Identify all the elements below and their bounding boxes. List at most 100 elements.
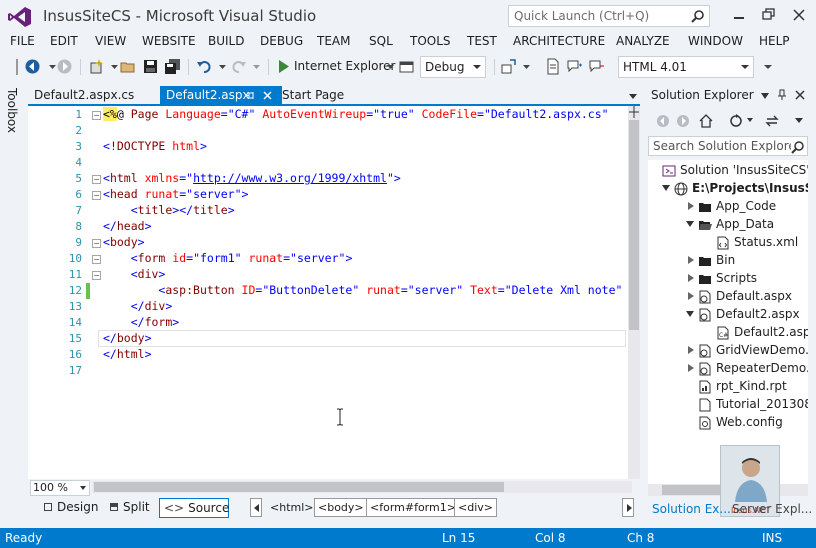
- chevron-down-icon[interactable]: [248, 58, 265, 75]
- menu-build[interactable]: BUILD: [208, 34, 244, 48]
- collapse-icon[interactable]: −: [92, 271, 101, 280]
- menu-window[interactable]: WINDOW: [688, 34, 743, 48]
- start-debugging-icon[interactable]: [275, 58, 292, 75]
- menu-architecture[interactable]: ARCHITECTURE: [513, 34, 605, 48]
- chevron-down-icon[interactable]: [518, 58, 535, 75]
- menu-team[interactable]: TEAM: [317, 34, 350, 48]
- refresh-icon[interactable]: [764, 113, 780, 129]
- undo-icon[interactable]: [196, 58, 213, 75]
- home-icon[interactable]: [698, 113, 714, 129]
- tab-default2-aspx-cs[interactable]: Default2.aspx.cs: [28, 86, 140, 106]
- open-file-icon[interactable]: [120, 58, 137, 75]
- toolbar-separator: [80, 59, 81, 75]
- forward-icon[interactable]: [56, 58, 73, 75]
- line-number: 15: [68, 332, 82, 345]
- crumb-back-button[interactable]: [250, 498, 262, 517]
- collapsed-arrow-icon[interactable]: [688, 202, 694, 210]
- menu-sql[interactable]: SQL: [369, 34, 393, 48]
- collapse-icon[interactable]: −: [92, 255, 101, 264]
- tab-default2-aspx[interactable]: Default2.aspx: [160, 86, 282, 106]
- menu-website[interactable]: WEBSITE: [142, 34, 196, 48]
- close-tab-icon[interactable]: [262, 90, 273, 101]
- configuration-dropdown[interactable]: Debug: [420, 56, 486, 78]
- expanded-arrow-icon[interactable]: [686, 221, 694, 227]
- expanded-arrow-icon[interactable]: [662, 185, 670, 191]
- collapsed-arrow-icon[interactable]: [688, 274, 694, 282]
- uncomment-icon[interactable]: [588, 58, 605, 75]
- attach-process-icon[interactable]: [500, 58, 517, 75]
- chevron-down-icon[interactable]: [746, 116, 754, 124]
- line-number: 13: [68, 300, 82, 313]
- split-editor-icon[interactable]: [629, 106, 639, 118]
- comment-icon[interactable]: [566, 58, 583, 75]
- chevron-down-icon[interactable]: [214, 58, 231, 75]
- solution-scroll-thumb[interactable]: [662, 485, 722, 495]
- target-schema-dropdown[interactable]: HTML 4.01: [618, 56, 754, 78]
- close-icon[interactable]: [788, 6, 810, 24]
- code-editor[interactable]: 1 2 3 4 5 6 7 8 9 10 11 12 13 14 15 16 1…: [28, 106, 640, 479]
- panel-menu-icon[interactable]: [760, 92, 770, 100]
- more-options-icon[interactable]: [794, 116, 804, 124]
- collapse-icon[interactable]: −: [92, 175, 101, 184]
- solution-search-input[interactable]: Search Solution Explore: [648, 136, 808, 156]
- design-view-button[interactable]: Design: [40, 498, 102, 518]
- menu-edit[interactable]: EDIT: [50, 34, 78, 48]
- expanded-arrow-icon[interactable]: [686, 311, 694, 317]
- quick-launch-input[interactable]: Quick Launch (Ctrl+Q): [508, 5, 710, 27]
- minimize-icon[interactable]: [728, 6, 750, 24]
- run-target-label[interactable]: Internet Explorer: [294, 59, 395, 73]
- crumb-forward-button[interactable]: [622, 498, 634, 517]
- new-project-icon[interactable]: [88, 58, 105, 75]
- toolbox-tab[interactable]: Toolbox: [5, 88, 19, 133]
- line-number: 6: [75, 188, 82, 201]
- collapse-icon[interactable]: −: [92, 191, 101, 200]
- back-icon[interactable]: [656, 114, 670, 128]
- restore-icon[interactable]: [758, 6, 780, 24]
- chevron-down-icon[interactable]: [382, 58, 399, 75]
- menu-view[interactable]: VIEW: [95, 34, 126, 48]
- save-all-icon[interactable]: [164, 58, 181, 75]
- code-line: </head>: [103, 219, 152, 233]
- collapse-icon[interactable]: −: [92, 239, 101, 248]
- code-line: <asp:Button ID="ButtonDelete" runat="ser…: [158, 283, 623, 297]
- editor-horizontal-scroll-thumb[interactable]: [94, 482, 504, 492]
- collapsed-arrow-icon[interactable]: [688, 346, 694, 354]
- tab-start-page[interactable]: Start Page: [276, 86, 350, 106]
- document-outline-icon[interactable]: [544, 58, 561, 75]
- collapsed-arrow-icon[interactable]: [688, 292, 694, 300]
- pin-icon[interactable]: [776, 89, 788, 101]
- menu-analyze[interactable]: ANALYZE: [616, 34, 670, 48]
- collapse-icon[interactable]: −: [92, 111, 101, 120]
- crumb-form[interactable]: <form#form1>: [366, 498, 460, 517]
- menu-tools[interactable]: TOOLS: [410, 34, 451, 48]
- pin-icon[interactable]: [245, 90, 256, 101]
- back-icon[interactable]: [24, 58, 41, 75]
- tab-solution-explorer[interactable]: Solution Ex...: [652, 502, 731, 516]
- zoom-level-dropdown[interactable]: 100 %: [30, 480, 90, 496]
- menu-help[interactable]: HELP: [759, 34, 790, 48]
- crumb-div[interactable]: <div>: [454, 498, 497, 517]
- toolbar-options-icon[interactable]: [760, 58, 777, 75]
- close-panel-icon[interactable]: [794, 89, 806, 101]
- editor-vertical-scroll-thumb[interactable]: [629, 120, 639, 330]
- sync-icon[interactable]: [728, 113, 744, 129]
- menu-file[interactable]: FILE: [10, 34, 35, 48]
- collapsed-arrow-icon[interactable]: [688, 256, 694, 264]
- line-number: 10: [68, 252, 82, 265]
- source-view-button[interactable]: <> Source: [159, 498, 229, 518]
- tab-overflow-icon[interactable]: [628, 92, 638, 100]
- crumb-body[interactable]: <body>: [314, 498, 368, 517]
- browser-window-icon[interactable]: [398, 58, 415, 75]
- text-cursor-icon: [337, 408, 343, 426]
- status-bar: Ready Ln 15 Col 8 Ch 8 INS: [0, 528, 816, 548]
- chevron-down-icon: [473, 65, 481, 69]
- menu-test[interactable]: TEST: [467, 34, 497, 48]
- save-icon[interactable]: [142, 58, 159, 75]
- collapsed-arrow-icon[interactable]: [688, 364, 694, 372]
- redo-icon[interactable]: [230, 58, 247, 75]
- menu-debug[interactable]: DEBUG: [260, 34, 303, 48]
- crumb-html[interactable]: <html>: [266, 498, 318, 517]
- split-view-button[interactable]: Split: [106, 498, 154, 518]
- forward-icon[interactable]: [676, 114, 690, 128]
- tab-server-explorer[interactable]: Server Expl...: [732, 502, 812, 516]
